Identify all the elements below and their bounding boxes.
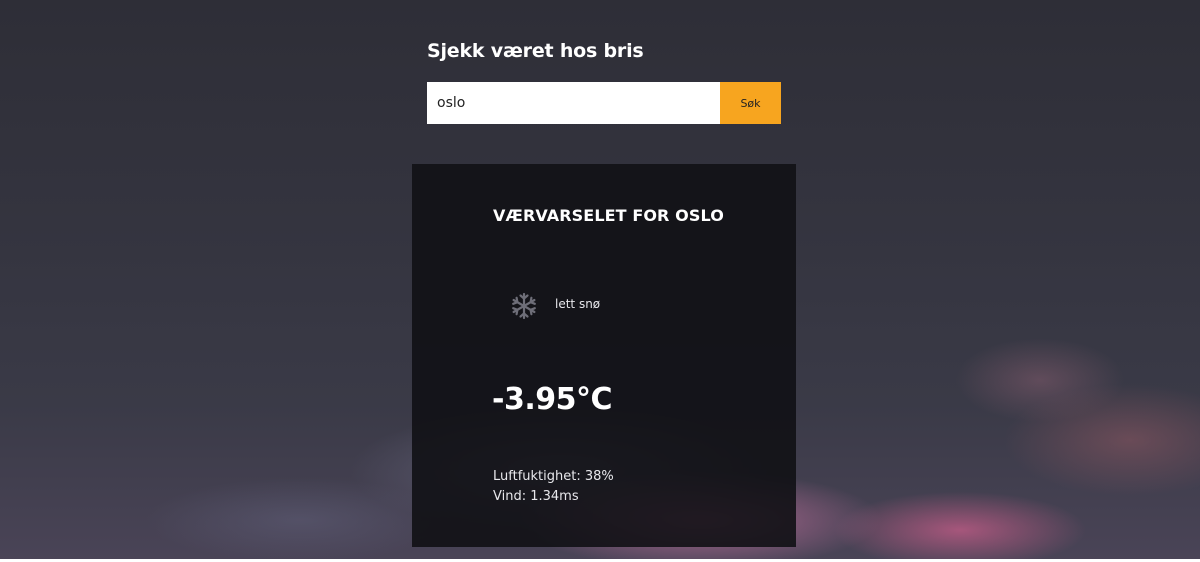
snowflake-icon <box>510 292 538 320</box>
forecast-title: VÆRVARSELET FOR OSLO <box>493 206 724 225</box>
search-button[interactable]: Søk <box>720 82 781 124</box>
weather-description: lett snø <box>555 297 601 311</box>
temperature-value: -3.95°C <box>492 382 613 417</box>
weather-card: VÆRVARSELET FOR OSLO lett snø -3.95°C Lu… <box>412 164 796 547</box>
wind-text: Vind: 1.34ms <box>493 489 579 504</box>
page-title: Sjekk været hos bris <box>427 40 644 62</box>
city-search-input[interactable] <box>427 82 720 124</box>
humidity-text: Luftfuktighet: 38% <box>493 469 614 484</box>
